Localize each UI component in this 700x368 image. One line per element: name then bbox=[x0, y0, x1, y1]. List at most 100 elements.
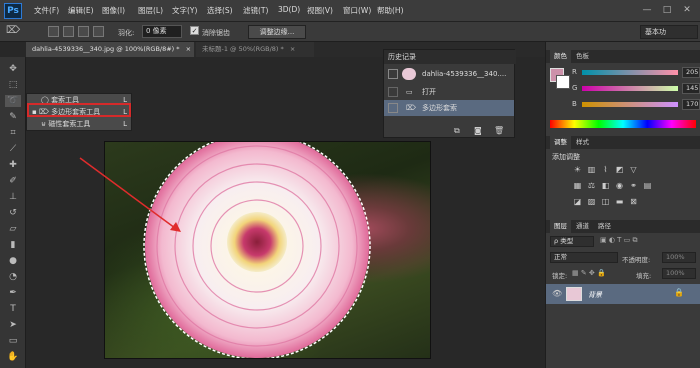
menu-image[interactable]: 图像(I) bbox=[102, 5, 125, 16]
snapshot-source-icon[interactable] bbox=[388, 69, 398, 79]
intersect-selection-icon[interactable] bbox=[93, 26, 104, 37]
layer-row-background[interactable]: 👁 背景 🔒 bbox=[546, 284, 700, 304]
trash-icon[interactable]: 🗑 bbox=[494, 126, 504, 135]
close-window-button[interactable]: ✕ bbox=[680, 4, 694, 16]
history-step-open[interactable]: ▭ 打开 bbox=[384, 84, 514, 100]
camera-icon[interactable]: ◙ bbox=[474, 126, 482, 135]
menu-filter[interactable]: 滤镜(T) bbox=[243, 5, 268, 16]
exposure-icon[interactable]: ◩ bbox=[614, 164, 625, 175]
filter-icons[interactable]: ▣ ◐ T ▭ ⧉ bbox=[600, 236, 638, 245]
history-snapshot[interactable]: dahlia-4539336__340.... bbox=[384, 66, 514, 82]
blur-tool-icon[interactable]: ● bbox=[5, 255, 21, 267]
menu-select[interactable]: 选择(S) bbox=[207, 5, 233, 16]
posterize-icon[interactable]: ▨ bbox=[586, 196, 597, 207]
shape-tool-icon[interactable]: ▭ bbox=[5, 335, 21, 347]
brush-tool-icon[interactable]: ✐ bbox=[5, 175, 21, 187]
polygonal-lasso-preset-icon[interactable]: ⌦ bbox=[6, 25, 20, 36]
marquee-tool-icon[interactable]: ⬚ bbox=[5, 79, 21, 91]
dodge-tool-icon[interactable]: ◔ bbox=[5, 271, 21, 283]
new-selection-icon[interactable] bbox=[48, 26, 59, 37]
history-brush-tool-icon[interactable]: ↺ bbox=[5, 207, 21, 219]
menu-help[interactable]: 帮助(H) bbox=[377, 5, 404, 16]
photo-filter-icon[interactable]: ◉ bbox=[614, 180, 625, 191]
green-value-field[interactable]: 145 bbox=[682, 83, 700, 94]
stamp-tool-icon[interactable]: ⊥ bbox=[5, 191, 21, 203]
layer-kind-filter[interactable]: ρ 类型 bbox=[550, 236, 594, 247]
path-select-tool-icon[interactable]: ➤ bbox=[5, 319, 21, 331]
eraser-tool-icon[interactable]: ▱ bbox=[5, 223, 21, 235]
red-slider[interactable] bbox=[582, 70, 678, 75]
tab-styles[interactable]: 样式 bbox=[576, 136, 589, 149]
subtract-selection-icon[interactable] bbox=[78, 26, 89, 37]
tab-swatches[interactable]: 色板 bbox=[576, 50, 589, 63]
invert-icon[interactable]: ◪ bbox=[572, 196, 583, 207]
black-white-icon[interactable]: ◧ bbox=[600, 180, 611, 191]
add-selection-icon[interactable] bbox=[63, 26, 74, 37]
blue-value-field[interactable]: 170 bbox=[682, 99, 700, 110]
antialias-label: 消除锯齿 bbox=[202, 29, 230, 37]
history-panel-title[interactable]: 历史记录 bbox=[384, 50, 516, 64]
eye-icon[interactable]: 👁 bbox=[552, 289, 562, 298]
new-document-icon[interactable]: ⧉ bbox=[454, 126, 460, 136]
menu-file[interactable]: 文件(F) bbox=[34, 5, 59, 16]
minimize-button[interactable]: — bbox=[640, 4, 654, 16]
type-tool-icon[interactable]: T bbox=[5, 303, 21, 315]
refine-edge-button[interactable]: 调整边缘... bbox=[248, 25, 306, 39]
threshold-icon[interactable]: ◫ bbox=[600, 196, 611, 207]
blend-mode-select[interactable]: 正常 bbox=[550, 252, 618, 263]
hue-saturation-icon[interactable]: ▦ bbox=[572, 180, 583, 191]
menu-layer[interactable]: 图层(L) bbox=[138, 5, 163, 16]
tab-close-icon[interactable]: × bbox=[186, 45, 191, 53]
quick-select-tool-icon[interactable]: ✎ bbox=[5, 111, 21, 123]
pen-tool-icon[interactable]: ✒ bbox=[5, 287, 21, 299]
feather-input[interactable]: 0 像素 bbox=[142, 25, 182, 38]
hand-tool-icon[interactable]: ✋ bbox=[5, 351, 21, 363]
gradient-tool-icon[interactable]: ▮ bbox=[5, 239, 21, 251]
brightness-icon[interactable]: ☀ bbox=[572, 164, 583, 175]
tab-adjustments[interactable]: 调整 bbox=[550, 136, 571, 149]
menu-edit[interactable]: 编辑(E) bbox=[68, 5, 94, 16]
curves-icon[interactable]: ⌇ bbox=[600, 164, 611, 175]
color-lookup-icon[interactable]: ▤ bbox=[642, 180, 653, 191]
step-source-icon[interactable] bbox=[388, 87, 398, 97]
fill-field[interactable]: 100% bbox=[662, 268, 696, 279]
menu-3d[interactable]: 3D(D) bbox=[278, 5, 300, 14]
dahlia-photo[interactable] bbox=[104, 141, 431, 359]
gradient-map-icon[interactable]: ▬ bbox=[614, 196, 625, 207]
vibrance-icon[interactable]: ▽ bbox=[628, 164, 639, 175]
flyout-item-magnetic-lasso[interactable]: ⊌ 磁性套索工具 L bbox=[29, 119, 131, 130]
levels-icon[interactable]: ▥ bbox=[586, 164, 597, 175]
menu-type[interactable]: 文字(Y) bbox=[172, 5, 197, 16]
tab-channels[interactable]: 通道 bbox=[576, 220, 589, 233]
selective-color-icon[interactable]: ⊠ bbox=[628, 196, 639, 207]
workspace-select[interactable]: 基本功 bbox=[640, 25, 698, 39]
red-value-field[interactable]: 205 bbox=[682, 67, 700, 78]
tab-color[interactable]: 颜色 bbox=[550, 50, 571, 63]
move-tool-icon[interactable]: ✥ bbox=[5, 63, 21, 75]
menu-view[interactable]: 视图(V) bbox=[307, 5, 333, 16]
tab-close-icon[interactable]: × bbox=[290, 45, 295, 53]
menu-window[interactable]: 窗口(W) bbox=[343, 5, 371, 16]
color-balance-icon[interactable]: ⚖ bbox=[586, 180, 597, 191]
step-source-icon[interactable] bbox=[388, 103, 398, 113]
color-spectrum[interactable] bbox=[550, 120, 696, 128]
right-panels: 颜色 色板 R 205 G 145 B 170 调整 样式 添加调整 ☀ ▥ ⌇… bbox=[545, 42, 700, 368]
blue-slider[interactable] bbox=[582, 102, 678, 107]
tab-untitled-label: 未标题-1 @ 50%(RGB/8) * bbox=[202, 45, 284, 53]
lasso-tool-icon[interactable]: ➰ bbox=[5, 95, 21, 107]
tab-layers[interactable]: 图层 bbox=[550, 220, 571, 233]
lock-icons[interactable]: ▦ ✎ ✥ 🔒 bbox=[572, 269, 606, 277]
eyedropper-tool-icon[interactable]: ⟋ bbox=[5, 143, 21, 155]
channel-mixer-icon[interactable]: ⚭ bbox=[628, 180, 639, 191]
crop-tool-icon[interactable]: ⌗ bbox=[5, 127, 21, 139]
tab-untitled[interactable]: 未标题-1 @ 50%(RGB/8) * × bbox=[196, 42, 314, 57]
tab-dahlia[interactable]: dahlia-4539336__340.jpg @ 100%(RGB/8#) *… bbox=[26, 42, 194, 57]
background-swatch[interactable] bbox=[556, 75, 570, 89]
healing-tool-icon[interactable]: ✚ bbox=[5, 159, 21, 171]
history-step-polygonal-lasso[interactable]: ⌦ 多边形套索 bbox=[384, 100, 514, 116]
opacity-field[interactable]: 100% bbox=[662, 252, 696, 263]
tab-paths[interactable]: 路径 bbox=[598, 220, 611, 233]
green-slider[interactable] bbox=[582, 86, 678, 91]
maximize-button[interactable]: □ bbox=[660, 4, 674, 16]
antialias-checkbox[interactable]: ✓ bbox=[190, 26, 199, 35]
